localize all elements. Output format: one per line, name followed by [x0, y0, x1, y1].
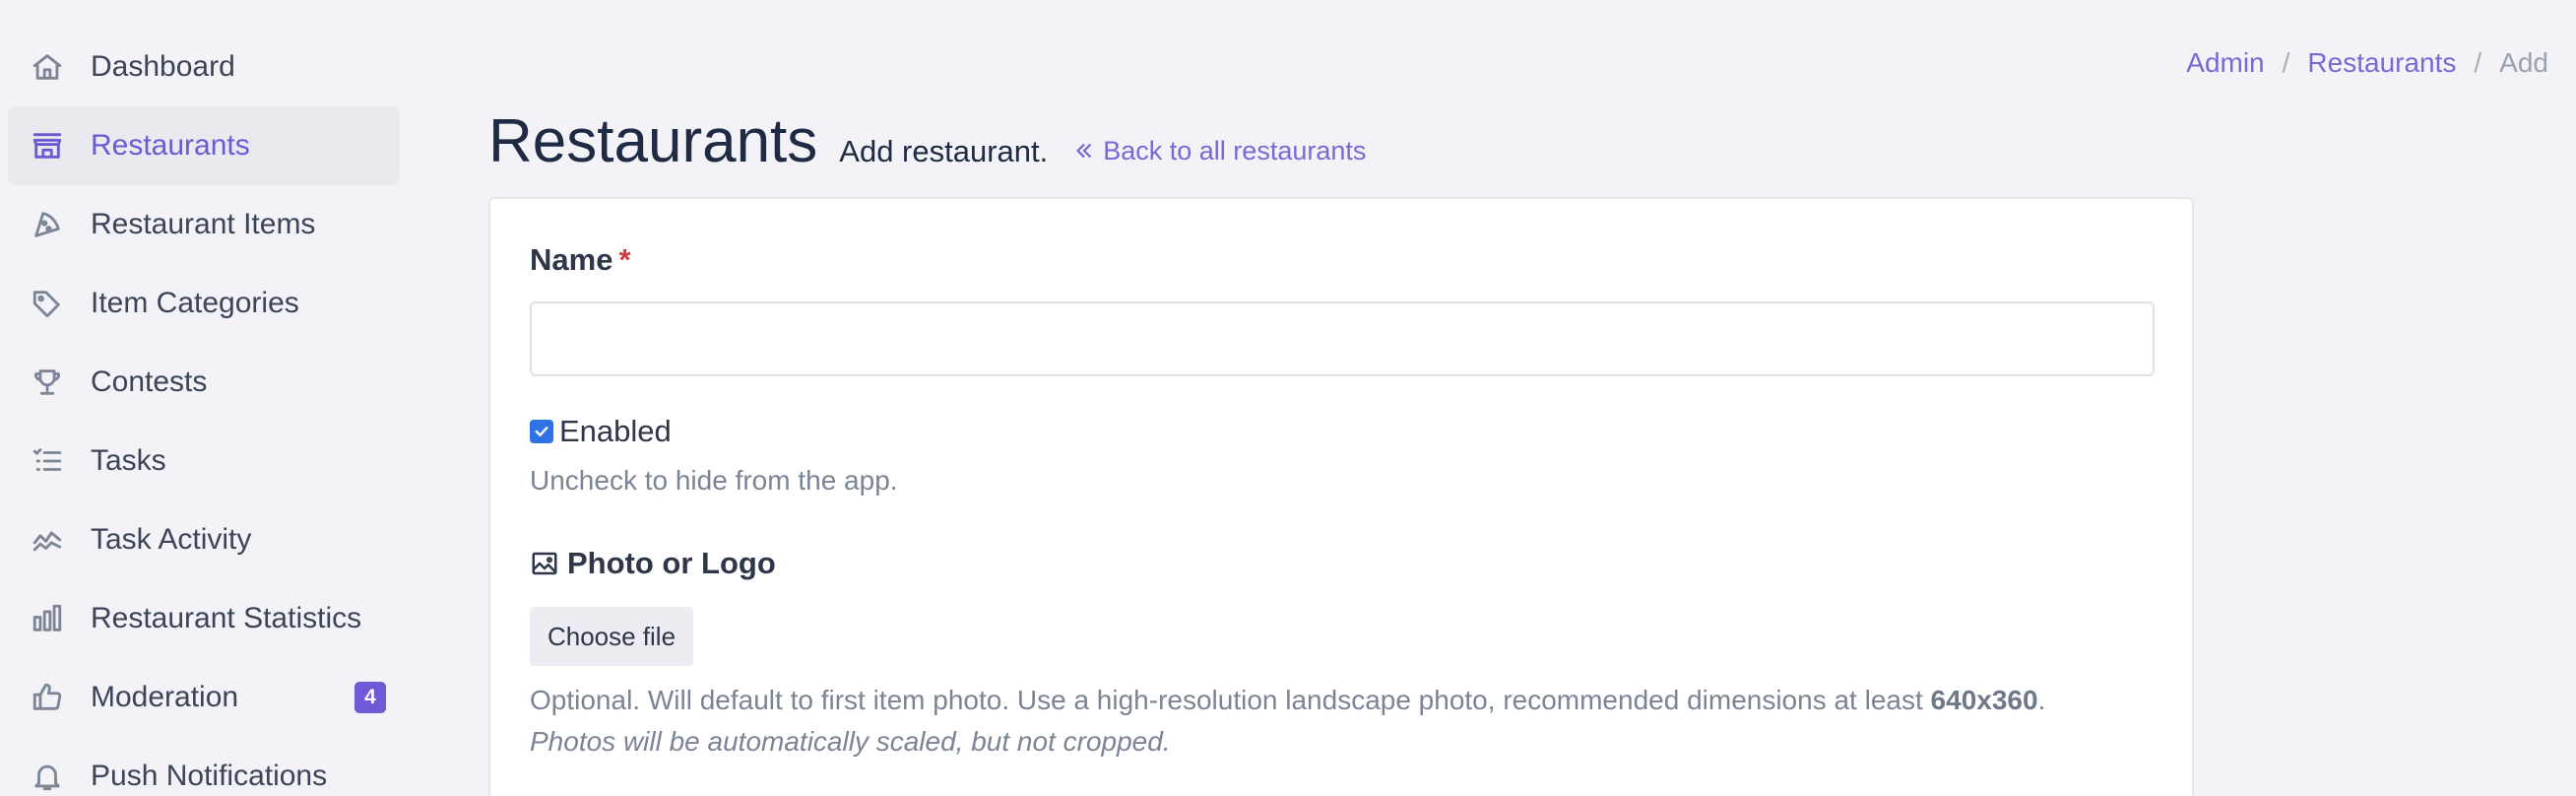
choose-file-button[interactable]: Choose file [530, 607, 693, 666]
enabled-label: Enabled [559, 414, 672, 448]
breadcrumb: Admin / Restaurants / Add [2186, 47, 2548, 79]
sidebar-item-label: Restaurants [91, 129, 250, 162]
sidebar-item-label: Push Notifications [91, 760, 328, 792]
sidebar-item-moderation[interactable]: Moderation 4 [8, 658, 400, 737]
sidebar-item-restaurant-statistics[interactable]: Restaurant Statistics [8, 579, 400, 658]
thumbs-up-icon [30, 680, 65, 715]
name-label-text: Name [530, 242, 613, 277]
sidebar-item-item-categories[interactable]: Item Categories [8, 264, 400, 343]
image-icon [532, 552, 557, 575]
required-marker: * [618, 242, 631, 277]
sidebar-item-restaurants[interactable]: Restaurants [8, 106, 400, 185]
photo-help-note: Photos will be automatically scaled, but… [530, 726, 1171, 757]
enabled-checkbox[interactable] [530, 420, 553, 443]
list-check-icon [30, 443, 65, 479]
back-to-all-restaurants-link[interactable]: Back to all restaurants [1073, 136, 1366, 166]
bell-icon [30, 759, 65, 794]
sidebar-item-tasks[interactable]: Tasks [8, 422, 400, 500]
sidebar-item-restaurant-items[interactable]: Restaurant Items [8, 185, 400, 264]
bar-chart-icon [30, 601, 65, 636]
back-link-label: Back to all restaurants [1103, 135, 1367, 166]
sidebar-item-label: Tasks [91, 444, 166, 477]
photo-help-period: . [2037, 685, 2046, 715]
sidebar-item-label: Moderation [91, 681, 239, 713]
home-icon [30, 49, 65, 85]
moderation-count-badge: 4 [354, 682, 386, 713]
sidebar-item-dashboard[interactable]: Dashboard [8, 28, 400, 106]
sidebar-item-label: Contests [91, 365, 208, 398]
sidebar-item-push-notifications[interactable]: Push Notifications [8, 737, 400, 796]
photo-label-text: Photo or Logo [567, 546, 776, 580]
page-subtitle: Add restaurant. [839, 134, 1049, 168]
breadcrumb-separator: / [2282, 47, 2290, 78]
sidebar-item-task-activity[interactable]: Task Activity [8, 500, 400, 579]
photo-label: Photo or Logo [530, 546, 776, 581]
double-chevron-left-icon [1076, 143, 1092, 159]
pizza-icon [30, 207, 65, 242]
sidebar-item-label: Restaurant Statistics [91, 602, 362, 634]
activity-icon [30, 522, 65, 558]
photo-help-main: Optional. Will default to first item pho… [530, 685, 1923, 715]
photo-help-text: Optional. Will default to first item pho… [530, 680, 2164, 763]
photo-help-line: Optional. Will default to first item pho… [530, 680, 2164, 721]
enabled-checkbox-row[interactable]: Enabled [530, 414, 672, 449]
sidebar-item-contests[interactable]: Contests [8, 343, 400, 422]
breadcrumb-restaurants[interactable]: Restaurants [2307, 47, 2456, 79]
name-label: Name * [530, 242, 631, 278]
sidebar: Dashboard Restaurants Restaurant Items I… [0, 0, 404, 796]
breadcrumb-separator: / [2474, 47, 2482, 78]
breadcrumb-admin[interactable]: Admin [2186, 47, 2264, 79]
sidebar-item-label: Dashboard [91, 50, 235, 83]
tags-icon [30, 286, 65, 321]
trophy-icon [30, 365, 65, 400]
name-input[interactable] [530, 301, 2155, 376]
check-icon [535, 427, 548, 436]
page-title: Restaurants [488, 107, 818, 175]
page-header: Restaurants Add restaurant. Back to all … [488, 106, 1366, 176]
sidebar-item-label: Task Activity [91, 523, 252, 556]
breadcrumb-current: Add [2499, 47, 2548, 78]
sidebar-item-label: Restaurant Items [91, 208, 316, 240]
enabled-help-text: Uncheck to hide from the app. [530, 465, 898, 496]
photo-help-dimensions: 640x360 [1930, 685, 2038, 715]
restaurant-form-card: Name * Enabled Uncheck to hide from the a… [488, 197, 2194, 796]
store-icon [30, 128, 65, 164]
sidebar-item-label: Item Categories [91, 287, 299, 319]
